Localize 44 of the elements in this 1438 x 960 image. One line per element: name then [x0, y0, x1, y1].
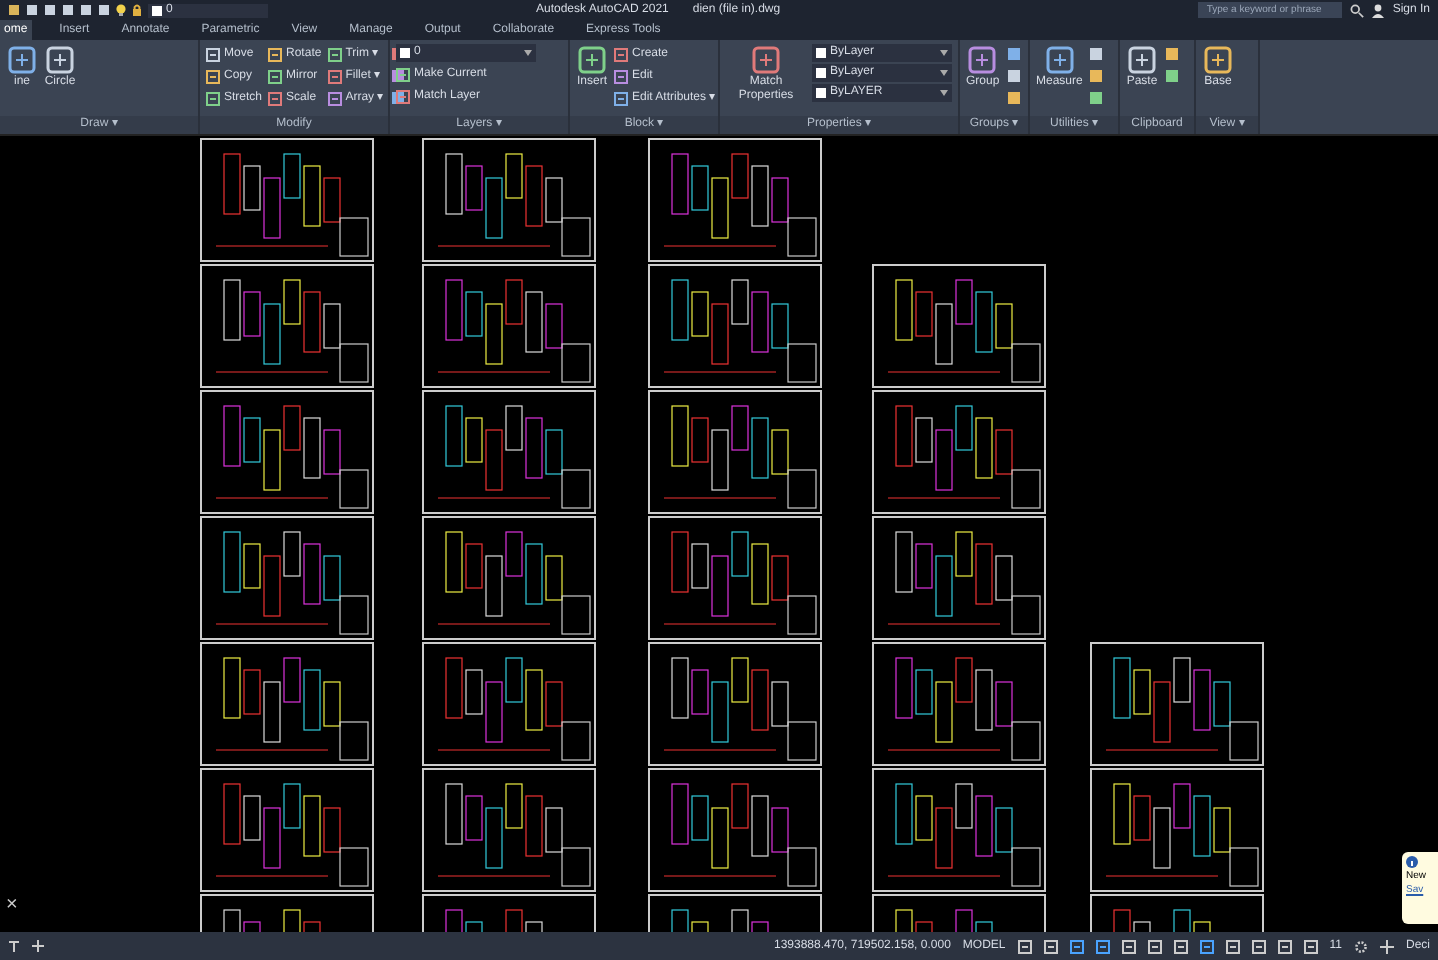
status-toggle-icon[interactable] — [1277, 939, 1292, 953]
tool-icon[interactable] — [206, 69, 220, 83]
tool-icon[interactable] — [206, 47, 220, 61]
command-icon[interactable] — [8, 940, 20, 952]
tool-icon[interactable] — [396, 89, 410, 103]
tool-icon — [1202, 44, 1234, 76]
tool-icon[interactable] — [327, 91, 342, 105]
search-icon[interactable] — [1350, 3, 1365, 17]
status-toggle-icon[interactable] — [1095, 939, 1110, 953]
tool-icon[interactable] — [268, 47, 283, 61]
close-button[interactable]: × — [6, 890, 18, 920]
tool-icon[interactable] — [396, 67, 410, 81]
info-icon — [1406, 856, 1418, 868]
status-toggle-icon[interactable] — [1121, 939, 1136, 953]
tool-icon[interactable] — [206, 91, 220, 105]
tool-icon[interactable] — [614, 91, 628, 105]
status-toggle-icon[interactable] — [1069, 939, 1084, 953]
tool-icon[interactable] — [614, 47, 628, 61]
status-toggle-icon[interactable] — [1303, 939, 1318, 953]
gear-icon[interactable] — [1353, 939, 1368, 953]
lock-icon — [132, 4, 142, 16]
user-icon — [1372, 3, 1385, 17]
tool-icon — [1043, 44, 1076, 76]
bulb-icon — [116, 4, 126, 16]
tool-icon — [750, 44, 782, 76]
plus-icon[interactable] — [32, 940, 44, 952]
status-toggle-icon[interactable] — [1147, 939, 1162, 953]
status-toggle-icon[interactable] — [1043, 939, 1058, 953]
tool-icon[interactable] — [327, 47, 342, 61]
tool-icon — [576, 44, 608, 76]
tool-icon — [1126, 44, 1158, 76]
plus-icon[interactable] — [1379, 939, 1394, 953]
tool-icon[interactable] — [614, 69, 628, 83]
status-toggle-icon[interactable] — [1199, 939, 1214, 953]
tool-icon — [966, 44, 999, 76]
status-toggle-icon[interactable] — [1017, 939, 1032, 953]
tool-icon[interactable] — [268, 91, 283, 105]
status-toggle-icon[interactable] — [1251, 939, 1266, 953]
tool-icon — [44, 44, 76, 76]
status-toggle-icon[interactable] — [1173, 939, 1188, 953]
status-toggle-icon[interactable] — [1225, 939, 1240, 953]
tool-icon[interactable] — [327, 69, 342, 83]
tool-icon — [6, 44, 38, 76]
tool-icon[interactable] — [268, 69, 283, 83]
